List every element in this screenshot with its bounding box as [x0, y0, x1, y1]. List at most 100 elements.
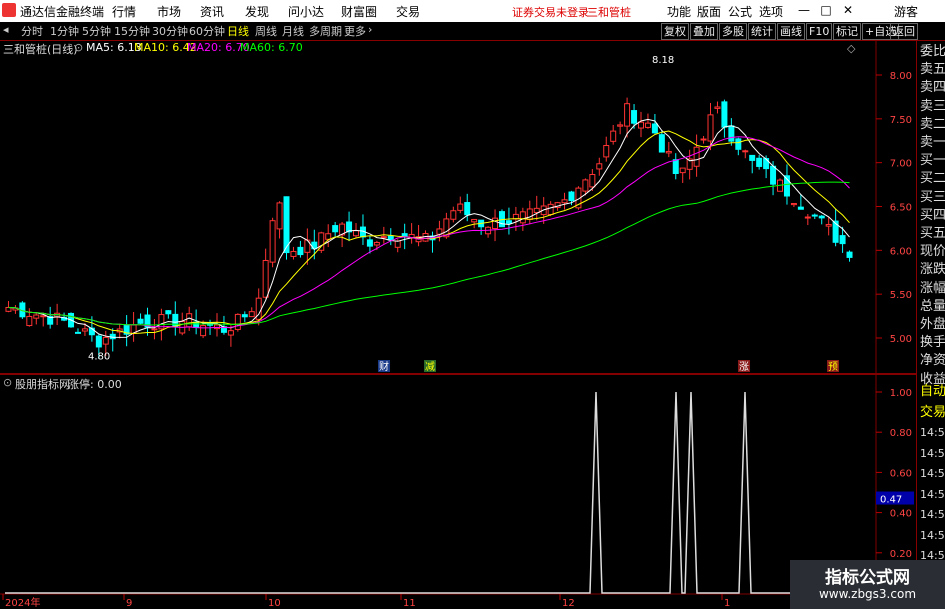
period-1min[interactable]: 1分钟 — [50, 23, 79, 39]
price-tick-label: 5.50 — [890, 290, 912, 301]
period-more[interactable]: 更多 — [344, 23, 366, 39]
period-daily[interactable]: 日线 — [227, 23, 249, 39]
candle-body — [672, 159, 679, 175]
side-label[interactable]: 卖三 — [920, 98, 945, 116]
guest-label[interactable]: 游客 — [894, 3, 918, 20]
candle-body — [617, 124, 624, 127]
candle-body — [234, 313, 241, 330]
candle-body — [763, 158, 770, 170]
menu-wenxiaoda[interactable]: 问小达 — [288, 3, 324, 20]
side-label[interactable]: 卖五 — [920, 61, 945, 79]
side-label[interactable]: 卖二 — [920, 116, 945, 134]
minimize-icon[interactable]: — — [796, 2, 812, 18]
btn-biaoji[interactable]: 标记 — [833, 23, 861, 40]
side-label-2[interactable]: 交易 — [920, 404, 945, 422]
maximize-icon[interactable]: □ — [818, 2, 834, 18]
btn-back[interactable]: 返回 — [890, 23, 918, 40]
menu-hangqing[interactable]: 行情 — [112, 3, 136, 20]
sub-indicator: 涨停: 0.00 — [68, 378, 122, 391]
event-marker: 减 — [425, 361, 435, 373]
side-label[interactable]: 总量 — [920, 298, 945, 316]
candle-body — [380, 236, 387, 239]
period-monthly[interactable]: 月线 — [282, 23, 304, 39]
period-multi[interactable]: 多周期 — [309, 23, 342, 39]
side-label[interactable]: 现价 — [920, 243, 945, 261]
side-label[interactable]: 卖四 — [920, 79, 945, 97]
side-panel: 委比 卖五 卖四 卖三 卖二 卖一 买一 买二 买三 买四 买五 现价 涨跌 涨幅 总量 外盘 换手 净资 收益 自动… — [916, 41, 945, 609]
side-label[interactable]: 外盘 — [920, 316, 945, 334]
candle-body — [811, 214, 818, 217]
candle-body — [200, 325, 207, 337]
menu-banmian[interactable]: 版面 — [697, 3, 721, 20]
side-label-2[interactable]: 14:56 — [920, 424, 945, 442]
candle-body — [297, 246, 304, 256]
btn-duogu[interactable]: 多股 — [719, 23, 747, 40]
candle-body — [26, 315, 33, 327]
side-label-2[interactable]: 14:56 — [920, 506, 945, 524]
side-label[interactable]: 卖一 — [920, 134, 945, 152]
side-label[interactable]: 买一 — [920, 152, 945, 170]
candle-body — [533, 207, 540, 213]
period-30min[interactable]: 30分钟 — [152, 23, 188, 39]
menu-jiaoyi[interactable]: 交易 — [396, 3, 420, 20]
side-label[interactable]: 涨幅 — [920, 280, 945, 298]
period-15min[interactable]: 15分钟 — [114, 23, 150, 39]
side-label[interactable]: 买四 — [920, 207, 945, 225]
btn-diejia[interactable]: 叠加 — [690, 23, 718, 40]
candle-body — [290, 250, 297, 257]
side-label-2[interactable]: 14:56 — [920, 465, 945, 483]
side-label[interactable]: 净资 — [920, 352, 945, 370]
side-label[interactable]: 买二 — [920, 170, 945, 188]
menu-xuanxiang[interactable]: 选项 — [759, 3, 783, 20]
period-60min[interactable]: 60分钟 — [189, 23, 225, 39]
side-label[interactable]: 涨跌 — [920, 261, 945, 279]
kline-chart[interactable]: 8.00 7.50 7.00 6.50 6.00 5.50 5.00 8.18 4.80 财 减 涨 预… — [0, 40, 916, 609]
scroll-left-icon[interactable]: ◂ — [3, 23, 9, 36]
btn-f10[interactable]: F10 — [806, 23, 833, 40]
candle-body — [749, 154, 756, 161]
candle-body — [33, 314, 40, 319]
candle-body — [644, 122, 651, 128]
candle-body — [325, 233, 332, 240]
side-label-2[interactable]: 14:56 — [920, 445, 945, 463]
candle-body — [519, 211, 526, 224]
side-label[interactable]: 委比 — [920, 43, 945, 61]
side-label-2[interactable]: 14:56 — [920, 527, 945, 545]
period-weekly[interactable]: 周线 — [255, 23, 277, 39]
menu-gongneng[interactable]: 功能 — [667, 3, 691, 20]
side-label[interactable]: 换手 — [920, 334, 945, 352]
candle-body — [172, 313, 179, 328]
side-label[interactable]: 买五 — [920, 225, 945, 243]
candle-body — [721, 101, 728, 128]
candle-body — [262, 259, 269, 298]
ma60-label: MA60: 6.70 — [240, 41, 303, 54]
period-fenshi[interactable]: 分时 — [21, 23, 43, 39]
sub-menu-icon[interactable]: ⊙ — [3, 376, 12, 389]
btn-huaxian[interactable]: 画线 — [777, 23, 805, 40]
btn-fuquan[interactable]: 复权 — [661, 23, 689, 40]
candle-body — [464, 202, 471, 216]
login-warning[interactable]: 证券交易未登录 — [512, 4, 589, 20]
chevron-down-icon[interactable]: ⊙ — [74, 41, 83, 54]
candle-body — [839, 235, 846, 245]
side-label-2[interactable]: 14:56 — [920, 486, 945, 504]
candle-body — [165, 310, 172, 315]
chevron-right-icon[interactable]: › — [368, 23, 372, 36]
menu-caifuquan[interactable]: 财富圈 — [341, 3, 377, 20]
menu-zixun[interactable]: 资讯 — [200, 3, 224, 20]
menu-faxian[interactable]: 发现 — [245, 3, 269, 20]
menu-shichang[interactable]: 市场 — [157, 3, 181, 20]
time-tick-label: 9 — [126, 598, 132, 609]
menu-gongshi[interactable]: 公式 — [728, 3, 752, 20]
time-tick-label: 2024年 — [5, 596, 40, 609]
candle-body — [756, 157, 763, 167]
btn-tongji[interactable]: 统计 — [748, 23, 776, 40]
candle-body — [193, 321, 200, 329]
candle-body — [707, 114, 714, 142]
side-label-2[interactable]: 自动 — [920, 383, 945, 401]
period-5min[interactable]: 5分钟 — [82, 23, 111, 39]
event-marker: 预 — [828, 361, 838, 373]
close-icon[interactable]: ✕ — [840, 2, 856, 18]
side-label[interactable]: 买三 — [920, 189, 945, 207]
candle-body — [276, 202, 283, 230]
